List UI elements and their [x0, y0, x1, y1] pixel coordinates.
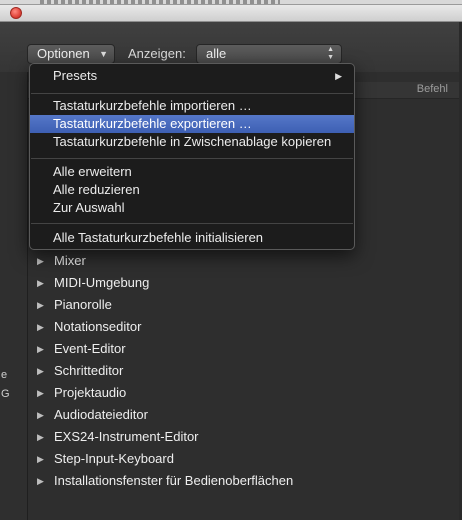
list-item[interactable]: ▶ Schritteditor: [28, 360, 462, 382]
optionen-popup-button[interactable]: Optionen ▼: [27, 44, 115, 64]
disclosure-triangle-icon[interactable]: ▶: [37, 448, 44, 470]
list-item[interactable]: ▶ EXS24-Instrument-Editor: [28, 426, 462, 448]
close-button[interactable]: [10, 7, 22, 19]
anzeigen-select[interactable]: alle ▲ ▼: [196, 44, 342, 64]
menu-separator: [31, 93, 353, 94]
menu-item-presets[interactable]: Presets ▶: [30, 67, 354, 85]
list-item[interactable]: ▶ Notationseditor: [28, 316, 462, 338]
disclosure-triangle-icon[interactable]: ▶: [37, 426, 44, 448]
disclosure-triangle-icon[interactable]: ▶: [37, 250, 44, 272]
left-sidebar-edge: e G: [0, 72, 28, 520]
disclosure-triangle-icon[interactable]: ▶: [37, 272, 44, 294]
menu-item-initialize-all[interactable]: Alle Tastaturkurzbefehle initialisieren: [30, 229, 354, 247]
menu-separator: [31, 223, 353, 224]
menu-item-export[interactable]: Tastaturkurzbefehle exportieren …: [30, 115, 354, 133]
optionen-dropdown-menu: Presets ▶ Tastaturkurzbefehle importiere…: [29, 63, 355, 250]
list-item[interactable]: ▶ Event-Editor: [28, 338, 462, 360]
list-item-label: MIDI-Umgebung: [54, 275, 150, 290]
menu-item-to-selection[interactable]: Zur Auswahl: [30, 199, 354, 217]
disclosure-triangle-icon[interactable]: ▶: [37, 294, 44, 316]
list-item-label: Pianorolle: [54, 297, 112, 312]
menu-item-label: Presets: [53, 68, 98, 83]
list-item[interactable]: ▶ Pianorolle: [28, 294, 462, 316]
disclosure-triangle-icon[interactable]: ▶: [37, 316, 44, 338]
window-titlebar: [0, 5, 462, 22]
list-item-label: Notationseditor: [54, 319, 142, 334]
list-item-label: Audiodateieditor: [54, 407, 148, 422]
menu-separator: [31, 158, 353, 159]
menu-item-expand-all[interactable]: Alle erweitern: [30, 163, 354, 181]
menu-item-collapse-all[interactable]: Alle reduzieren: [30, 181, 354, 199]
sidebar-fragment: e: [1, 369, 8, 381]
disclosure-triangle-icon[interactable]: ▶: [37, 338, 44, 360]
submenu-arrow-icon: ▶: [335, 71, 342, 81]
list-item[interactable]: ▶ Projektaudio: [28, 382, 462, 404]
list-item-label: Schritteditor: [54, 363, 124, 378]
list-item[interactable]: ▶ Audiodateieditor: [28, 404, 462, 426]
list-item-label: Projektaudio: [54, 385, 127, 400]
list-item-label: Event-Editor: [54, 341, 126, 356]
column-header-befehl[interactable]: Befehl: [417, 83, 448, 95]
optionen-label: Optionen: [37, 46, 90, 61]
disclosure-triangle-icon[interactable]: ▶: [37, 382, 44, 404]
anzeigen-value: alle: [206, 46, 227, 61]
disclosure-triangle-icon[interactable]: ▶: [37, 470, 44, 492]
disclosure-triangle-icon[interactable]: ▶: [37, 360, 44, 382]
list-item-label: Installationsfenster für Bedienoberfläch…: [54, 473, 294, 488]
chevron-down-icon: ▼: [99, 49, 108, 59]
list-item[interactable]: ▶ Mixer: [28, 250, 462, 272]
list-item[interactable]: ▶ Installationsfenster für Bedienoberflä…: [28, 470, 462, 492]
sidebar-fragment: G: [1, 388, 10, 400]
anzeigen-label: Anzeigen:: [128, 46, 186, 61]
list-item-label: Mixer: [54, 253, 86, 268]
up-down-arrows-icon: ▲ ▼: [327, 46, 334, 61]
disclosure-triangle-icon[interactable]: ▶: [37, 404, 44, 426]
list-item[interactable]: ▶ Step-Input-Keyboard: [28, 448, 462, 470]
list-item-label: Step-Input-Keyboard: [54, 451, 174, 466]
menu-item-copy-clipboard[interactable]: Tastaturkurzbefehle in Zwischenablage ko…: [30, 133, 354, 151]
list-item-label: EXS24-Instrument-Editor: [54, 429, 199, 444]
list-item[interactable]: ▶ MIDI-Umgebung: [28, 272, 462, 294]
menu-item-import[interactable]: Tastaturkurzbefehle importieren …: [30, 97, 354, 115]
